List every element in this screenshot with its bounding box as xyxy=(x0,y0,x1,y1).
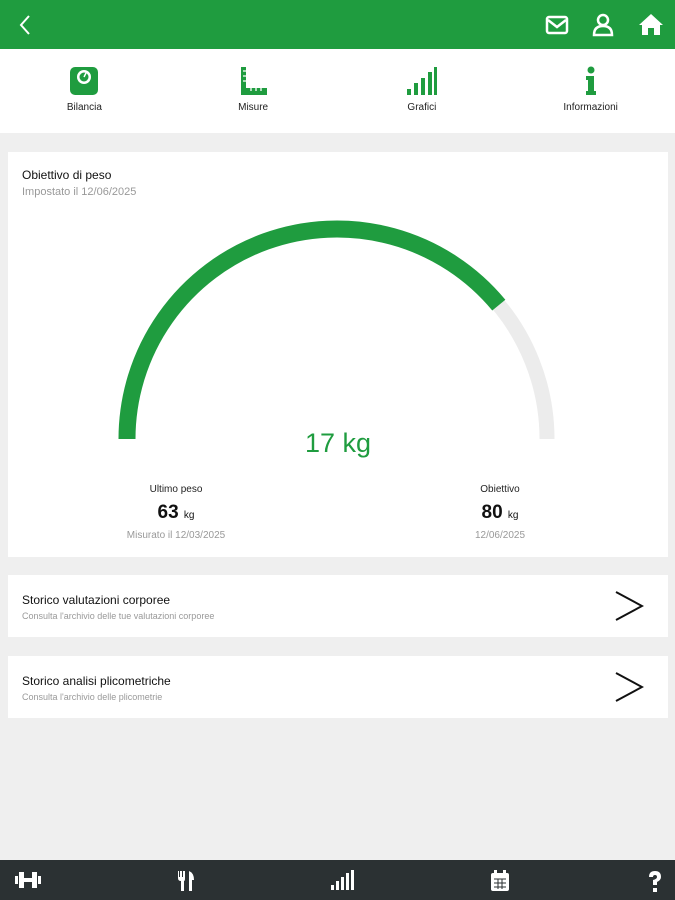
skinfold-history-link[interactable]: Storico analisi plicometriche Consulta l… xyxy=(8,656,668,718)
help-icon[interactable] xyxy=(646,870,664,894)
row-subtitle: Consulta l'archivio delle tue valutazion… xyxy=(22,611,215,621)
target-weight: Obiettivo 80 kg 12/06/2025 xyxy=(400,484,600,541)
row-title: Storico valutazioni corporee xyxy=(22,593,171,607)
top-bar xyxy=(0,0,675,49)
bottom-bar xyxy=(0,860,675,900)
weight-goal-card: Obiettivo di peso Impostato il 12/06/202… xyxy=(8,152,668,557)
info-icon xyxy=(585,66,596,95)
stat-value: 63 xyxy=(157,502,179,523)
nav-label: Informazioni xyxy=(563,102,618,113)
stat-unit: kg xyxy=(183,510,195,521)
chevron-right-icon xyxy=(615,672,644,702)
body-assessment-history-link[interactable]: Storico valutazioni corporee Consulta l'… xyxy=(8,575,668,637)
gauge-track xyxy=(119,221,555,440)
stat-note: Misurato il 12/03/2025 xyxy=(126,530,226,541)
chart-bars-icon[interactable] xyxy=(331,870,355,890)
stat-unit: kg xyxy=(507,510,519,521)
stat-label: Ultimo peso xyxy=(149,484,203,495)
section-nav: Bilancia Misure Grafici Informazioni xyxy=(0,49,675,133)
nav-label: Misure xyxy=(238,102,269,113)
home-icon[interactable] xyxy=(638,12,664,38)
weight-difference: 17 kg xyxy=(304,428,372,458)
stat-value: 80 xyxy=(481,502,503,523)
stat-note: 12/06/2025 xyxy=(474,530,526,541)
stat-label: Obiettivo xyxy=(480,484,520,495)
row-title: Storico analisi plicometriche xyxy=(22,674,171,688)
chevron-right-icon xyxy=(615,591,644,621)
dumbbell-icon[interactable] xyxy=(14,870,42,890)
user-icon[interactable] xyxy=(590,12,616,38)
cutlery-icon[interactable] xyxy=(176,870,196,892)
mail-icon[interactable] xyxy=(544,12,570,38)
nav-label: Grafici xyxy=(407,102,437,113)
nav-item-bilancia[interactable]: Bilancia xyxy=(0,49,169,133)
chart-bars-icon xyxy=(406,67,437,95)
gauge-progress xyxy=(118,220,506,440)
nav-item-misure[interactable]: Misure xyxy=(169,49,338,133)
last-weight: Ultimo peso 63 kg Misurato il 12/03/2025 xyxy=(76,484,276,541)
row-subtitle: Consulta l'archivio delle plicometrie xyxy=(22,692,163,702)
ruler-icon xyxy=(241,67,268,95)
calendar-icon[interactable] xyxy=(490,870,510,892)
nav-item-informazioni[interactable]: Informazioni xyxy=(506,49,675,133)
nav-label: Bilancia xyxy=(66,102,102,113)
nav-item-grafici[interactable]: Grafici xyxy=(338,49,507,133)
scale-icon xyxy=(70,67,99,95)
back-icon[interactable] xyxy=(14,12,40,38)
weight-gauge xyxy=(118,220,555,440)
